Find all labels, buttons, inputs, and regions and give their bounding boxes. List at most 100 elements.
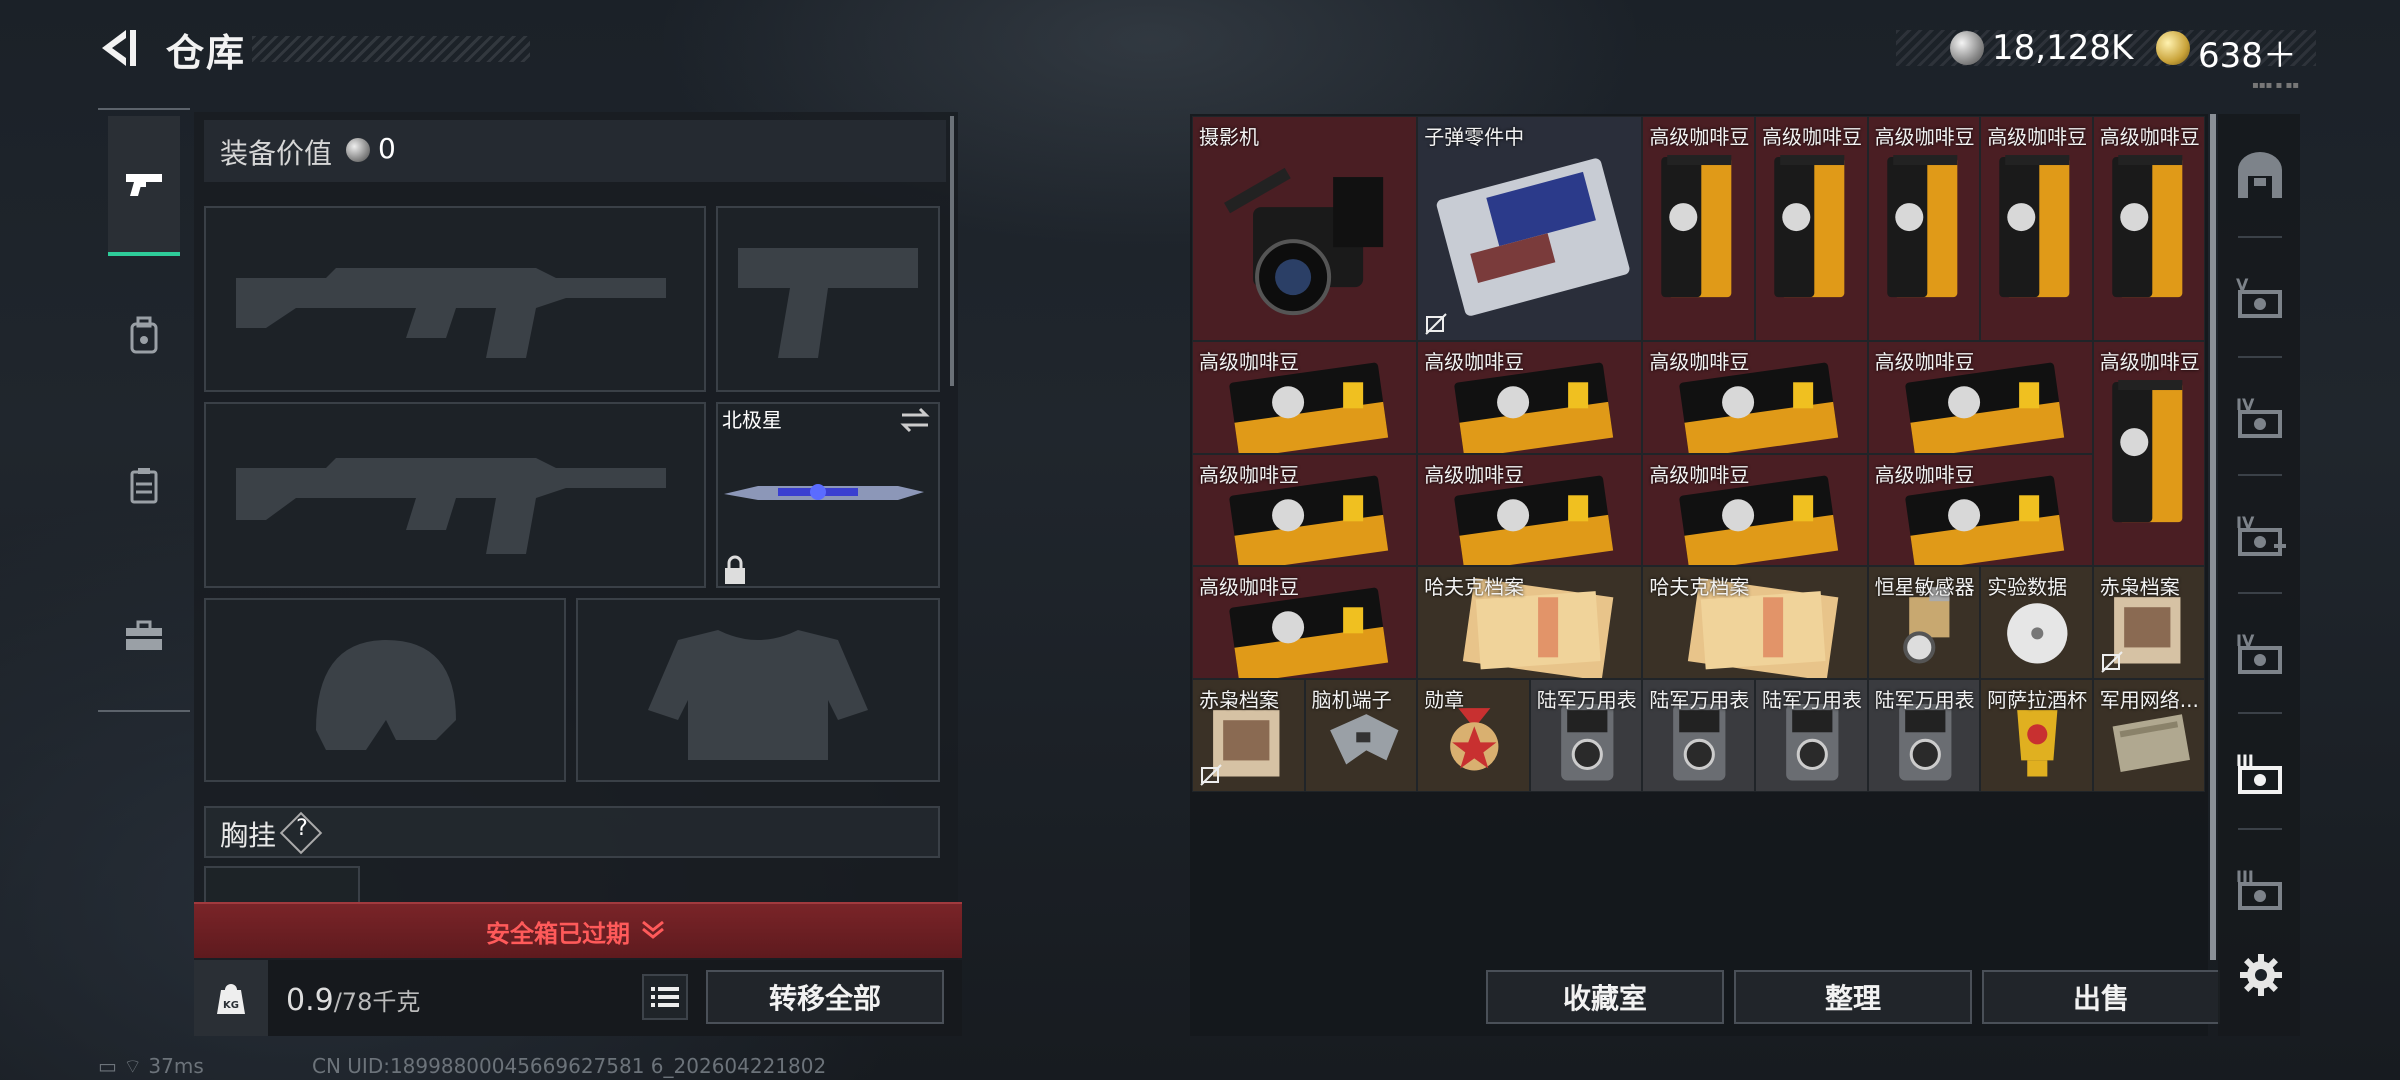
- rifle-silhouette-icon: [236, 268, 666, 358]
- camera-item-icon: [1224, 167, 1384, 316]
- stash-item[interactable]: 高级咖啡豆: [1417, 453, 1643, 567]
- chest-rig-slot[interactable]: [204, 866, 360, 906]
- bag-item-icon: [1774, 155, 1845, 298]
- stash-item-name: 高级咖啡豆: [2099, 125, 2200, 149]
- case-iii-icon[interactable]: III: [2232, 860, 2288, 916]
- stash-item[interactable]: 陆军万用表: [1867, 679, 1981, 792]
- stash-item-name: 高级咖啡豆: [1987, 125, 2088, 149]
- bag-item-icon: [2112, 155, 2183, 298]
- ammo-item-icon: [1436, 158, 1630, 316]
- stash-item-name: 哈夫克档案: [1424, 575, 1525, 600]
- stash-item-name: 陆军万用表: [1762, 688, 1862, 712]
- stash-item[interactable]: 脑机端子: [1304, 679, 1418, 792]
- stash-item-name: 高级咖啡豆: [2099, 350, 2200, 375]
- stash-item[interactable]: 哈夫克档案: [1642, 566, 1868, 679]
- chevron-down-icon: [642, 920, 664, 939]
- primary-weapon-slot[interactable]: [204, 206, 706, 392]
- stash-item[interactable]: 摄影机: [1192, 116, 1418, 342]
- tab-backpack[interactable]: [108, 266, 180, 406]
- no-container-icon: [1200, 763, 1222, 786]
- stash-scrollbar[interactable]: [2210, 114, 2216, 960]
- rail-separator: [2238, 474, 2282, 476]
- stash-item[interactable]: 赤枭档案: [1192, 679, 1305, 792]
- stash-item[interactable]: 赤枭档案: [2092, 566, 2206, 679]
- ping-value: 37ms: [148, 1054, 204, 1078]
- weight-capacity: /78千克: [333, 988, 421, 1016]
- stash-item-name: 高级咖啡豆: [1874, 350, 1975, 375]
- secondary-primary-weapon-slot[interactable]: [204, 402, 706, 588]
- case-iv-plus-icon[interactable]: IV: [2232, 506, 2288, 562]
- stash-item[interactable]: 高级咖啡豆: [1192, 453, 1418, 567]
- tab-vest[interactable]: [108, 416, 180, 556]
- stash-item[interactable]: 高级咖啡豆: [1980, 116, 2093, 342]
- stash-item-name: 高级咖啡豆: [1649, 350, 1750, 375]
- stash-item[interactable]: 勋章: [1417, 679, 1530, 792]
- stash-item[interactable]: 高级咖啡豆: [1867, 453, 2093, 567]
- case-iii-icon[interactable]: III: [2232, 744, 2288, 800]
- stash-item-name: 军用网络...: [2099, 688, 2199, 712]
- stash-item[interactable]: 阿萨拉酒杯: [1980, 679, 2093, 792]
- stash-item[interactable]: 高级咖啡豆: [1642, 341, 1868, 454]
- stash-item[interactable]: 陆军万用表: [1529, 679, 1643, 792]
- equipment-value: 0: [378, 132, 396, 165]
- collection-room-button[interactable]: 收藏室: [1486, 970, 1724, 1024]
- stash-item[interactable]: 子弹零件中: [1417, 116, 1643, 342]
- helmet-slot[interactable]: [204, 598, 566, 782]
- stash-item[interactable]: 高级咖啡豆: [1755, 116, 1868, 342]
- transfer-all-button[interactable]: 转移全部: [706, 970, 944, 1024]
- stash-item-name: 高级咖啡豆: [1874, 462, 1975, 487]
- stash-item[interactable]: 哈夫克档案: [1417, 566, 1643, 679]
- safebox-expired-text: 安全箱已过期: [486, 920, 630, 948]
- stash-item[interactable]: 高级咖啡豆: [1642, 116, 1755, 342]
- stash-item[interactable]: 陆军万用表: [1642, 679, 1755, 792]
- stash-item[interactable]: 陆军万用表: [1755, 679, 1868, 792]
- stash-item-name: 脑机端子: [1311, 688, 1392, 712]
- weight-icon: KG: [194, 960, 268, 1036]
- gear-icon[interactable]: [2238, 952, 2284, 998]
- back-arrow-icon[interactable]: [96, 26, 140, 70]
- rail-separator: [2238, 236, 2282, 238]
- stash-item[interactable]: 高级咖啡豆: [1642, 453, 1868, 567]
- tab-case[interactable]: [108, 566, 180, 706]
- home-icon[interactable]: [2232, 148, 2288, 204]
- gold-currency-amount[interactable]: 638＋: [2198, 28, 2297, 77]
- no-container-icon: [1425, 313, 1447, 335]
- title-decoration: [252, 36, 530, 62]
- sell-button[interactable]: 出售: [1982, 970, 2220, 1024]
- stash-item[interactable]: 军用网络...: [2092, 679, 2206, 792]
- bag-item-icon: [1886, 155, 1957, 298]
- secondary-weapon-slot[interactable]: [716, 206, 940, 392]
- rail-hint: ▪▪▪ ▪ ▪▪: [2252, 80, 2300, 91]
- case-iv-icon[interactable]: IV: [2232, 388, 2288, 444]
- tab-weapons[interactable]: [108, 116, 180, 256]
- stash-item[interactable]: 高级咖啡豆: [2092, 341, 2206, 567]
- stash-item[interactable]: 高级咖啡豆: [1192, 566, 1418, 679]
- equipment-scrollbar[interactable]: [950, 116, 954, 386]
- list-view-button[interactable]: [642, 974, 688, 1020]
- swap-icon[interactable]: [898, 406, 932, 434]
- no-container-icon: [2101, 651, 2123, 673]
- case-v-icon[interactable]: V: [2232, 268, 2288, 324]
- weight-current: 0.9: [286, 983, 334, 1018]
- stash-item-name: 高级咖啡豆: [1199, 350, 1299, 375]
- lock-icon: [725, 555, 745, 584]
- user-uid: CN UID:18998800045669627581 6_2026042218…: [312, 1054, 827, 1078]
- stash-item-name: 子弹零件中: [1424, 125, 1525, 149]
- sort-button[interactable]: 整理: [1734, 970, 1972, 1024]
- stash-item-name: 高级咖啡豆: [1424, 350, 1525, 375]
- stash-item[interactable]: 高级咖啡豆: [1192, 341, 1418, 454]
- stash-item[interactable]: 高级咖啡豆: [2092, 116, 2206, 342]
- case-iv-icon[interactable]: IV: [2232, 624, 2288, 680]
- helmet-silhouette-icon: [316, 640, 456, 750]
- stash-item[interactable]: 高级咖啡豆: [1867, 341, 2093, 454]
- stash-item-name: 高级咖啡豆: [1199, 575, 1299, 600]
- stash-item[interactable]: 实验数据: [1980, 566, 2093, 679]
- stash-item[interactable]: 恒星敏感器: [1867, 566, 1981, 679]
- stash-item-name: 勋章: [1424, 688, 1465, 712]
- stash-item[interactable]: 高级咖啡豆: [1417, 341, 1643, 454]
- bag-item-icon: [1999, 155, 2070, 298]
- armor-slot[interactable]: [576, 598, 940, 782]
- rail-separator: [2238, 356, 2282, 358]
- rifle-silhouette-icon: [236, 458, 666, 554]
- stash-item[interactable]: 高级咖啡豆: [1867, 116, 1981, 342]
